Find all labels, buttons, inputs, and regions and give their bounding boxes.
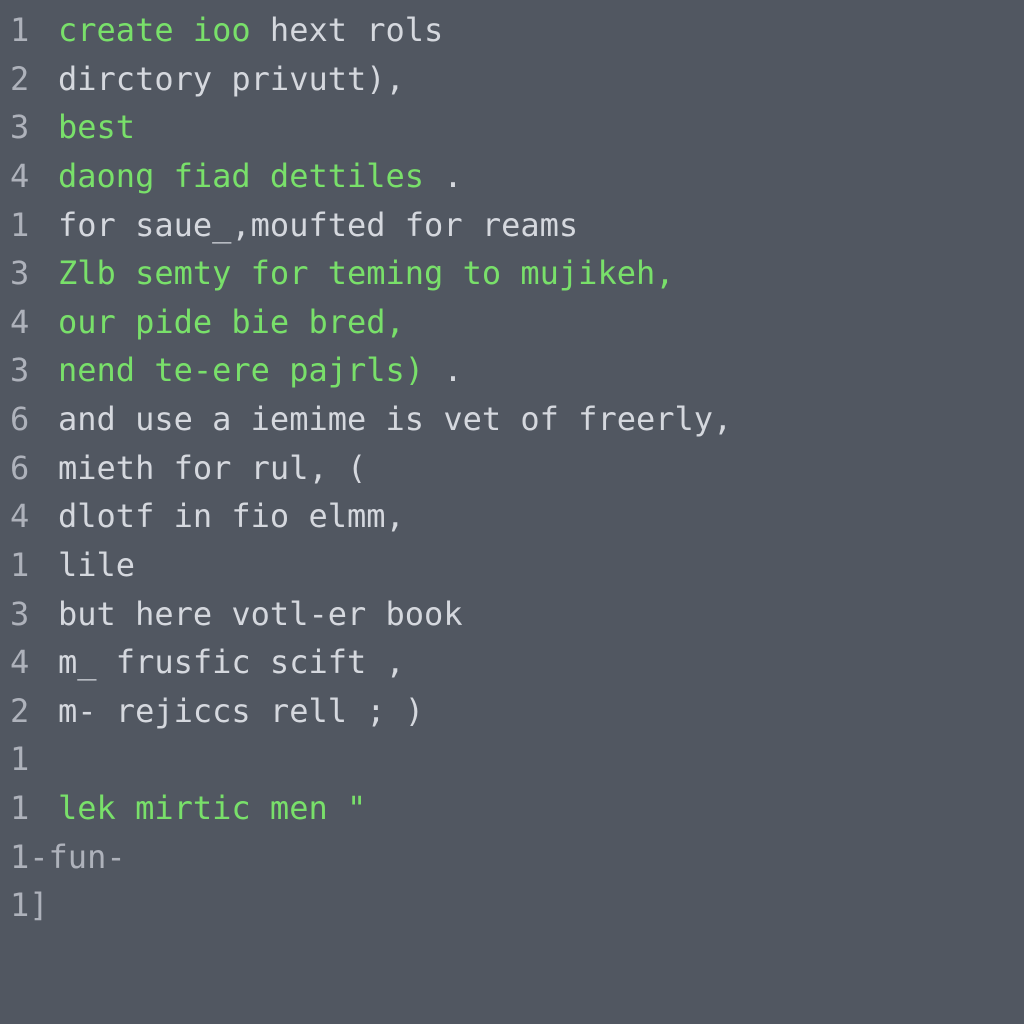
keyword-token: nend te-ere pajrls) xyxy=(58,351,424,389)
text-token: m_ frusfic scift , xyxy=(58,643,405,681)
text-token: . xyxy=(424,157,463,195)
line-number: 1 xyxy=(0,735,58,784)
line-number: 3 xyxy=(0,590,58,639)
code-content[interactable]: and use a iemime is vet of freerly, xyxy=(58,395,1024,444)
code-line[interactable]: 4dlotf in fio elmm, xyxy=(0,492,1024,541)
keyword-token: daong fiad dettiles xyxy=(58,157,424,195)
code-line[interactable]: 3Zlb semty for teming to mujikeh, xyxy=(0,249,1024,298)
code-content[interactable]: Zlb semty for teming to mujikeh, xyxy=(58,249,1024,298)
code-content[interactable]: dlotf in fio elmm, xyxy=(58,492,1024,541)
line-number: 6 xyxy=(0,444,58,493)
code-line[interactable]: 3but here votl-er book xyxy=(0,590,1024,639)
line-number: 3 xyxy=(0,249,58,298)
code-content[interactable]: nend te-ere pajrls) . xyxy=(58,346,1024,395)
code-line[interactable]: 2m- rejiccs rell ; ) xyxy=(0,687,1024,736)
code-content[interactable]: lile xyxy=(58,541,1024,590)
text-token: and use a iemime is vet of freerly, xyxy=(58,400,732,438)
code-line[interactable]: 1 xyxy=(0,735,1024,784)
line-number: 1 xyxy=(0,6,58,55)
code-content[interactable]: for saue_,moufted for reams xyxy=(58,201,1024,250)
code-line[interactable]: 1-fun- xyxy=(0,833,1024,882)
line-number: 2 xyxy=(0,687,58,736)
text-token: m- rejiccs rell ; ) xyxy=(58,692,424,730)
code-line[interactable]: 6and use a iemime is vet of freerly, xyxy=(0,395,1024,444)
code-content[interactable]: but here votl-er book xyxy=(58,590,1024,639)
code-content[interactable]: mieth for rul, ( xyxy=(58,444,1024,493)
code-line[interactable]: 4m_ frusfic scift , xyxy=(0,638,1024,687)
code-line[interactable]: 2dirctory privutt), xyxy=(0,55,1024,104)
code-content[interactable]: m_ frusfic scift , xyxy=(58,638,1024,687)
code-content[interactable]: m- rejiccs rell ; ) xyxy=(58,687,1024,736)
code-editor[interactable]: 1create ioo hext rols2dirctory privutt),… xyxy=(0,0,1024,930)
code-content[interactable]: daong fiad dettiles . xyxy=(58,152,1024,201)
line-number: 4 xyxy=(0,152,58,201)
code-line[interactable]: 6mieth for rul, ( xyxy=(0,444,1024,493)
line-number: 1-fun- xyxy=(0,833,126,882)
line-number: 3 xyxy=(0,346,58,395)
line-number: 6 xyxy=(0,395,58,444)
code-content[interactable]: best xyxy=(58,103,1024,152)
code-content[interactable]: our pide bie bred, xyxy=(58,298,1024,347)
line-number: 4 xyxy=(0,492,58,541)
line-number: 2 xyxy=(0,55,58,104)
text-token: dirctory privutt), xyxy=(58,60,405,98)
line-number: 1] xyxy=(0,881,49,930)
keyword-token: create ioo xyxy=(58,11,251,49)
text-token: . xyxy=(424,351,463,389)
line-number: 4 xyxy=(0,638,58,687)
code-content[interactable] xyxy=(49,881,1024,930)
text-token: for saue_,moufted for reams xyxy=(58,206,578,244)
text-token: lile xyxy=(58,546,135,584)
code-line[interactable]: 3nend te-ere pajrls) . xyxy=(0,346,1024,395)
line-number: 4 xyxy=(0,298,58,347)
line-number: 3 xyxy=(0,103,58,152)
code-line[interactable]: 3best xyxy=(0,103,1024,152)
text-token: but here votl-er book xyxy=(58,595,463,633)
code-line[interactable]: 1for saue_,moufted for reams xyxy=(0,201,1024,250)
code-content[interactable]: lek mirtic men " xyxy=(58,784,1024,833)
code-content[interactable] xyxy=(126,833,1024,882)
code-line[interactable]: 1lek mirtic men " xyxy=(0,784,1024,833)
code-content[interactable]: create ioo hext rols xyxy=(58,6,1024,55)
code-line[interactable]: 1create ioo hext rols xyxy=(0,6,1024,55)
code-line[interactable]: 4our pide bie bred, xyxy=(0,298,1024,347)
keyword-token: lek mirtic men " xyxy=(58,789,366,827)
code-line[interactable]: 1] xyxy=(0,881,1024,930)
keyword-token: our pide bie bred, xyxy=(58,303,405,341)
line-number: 1 xyxy=(0,201,58,250)
text-token: dlotf in fio elmm, xyxy=(58,497,405,535)
code-line[interactable]: 1lile xyxy=(0,541,1024,590)
code-content[interactable] xyxy=(58,735,1024,784)
keyword-token: best xyxy=(58,108,135,146)
code-content[interactable]: dirctory privutt), xyxy=(58,55,1024,104)
keyword-token: Zlb semty for teming to mujikeh, xyxy=(58,254,675,292)
text-token: hext rols xyxy=(251,11,444,49)
line-number: 1 xyxy=(0,784,58,833)
line-number: 1 xyxy=(0,541,58,590)
text-token: mieth for rul, ( xyxy=(58,449,366,487)
code-line[interactable]: 4daong fiad dettiles . xyxy=(0,152,1024,201)
